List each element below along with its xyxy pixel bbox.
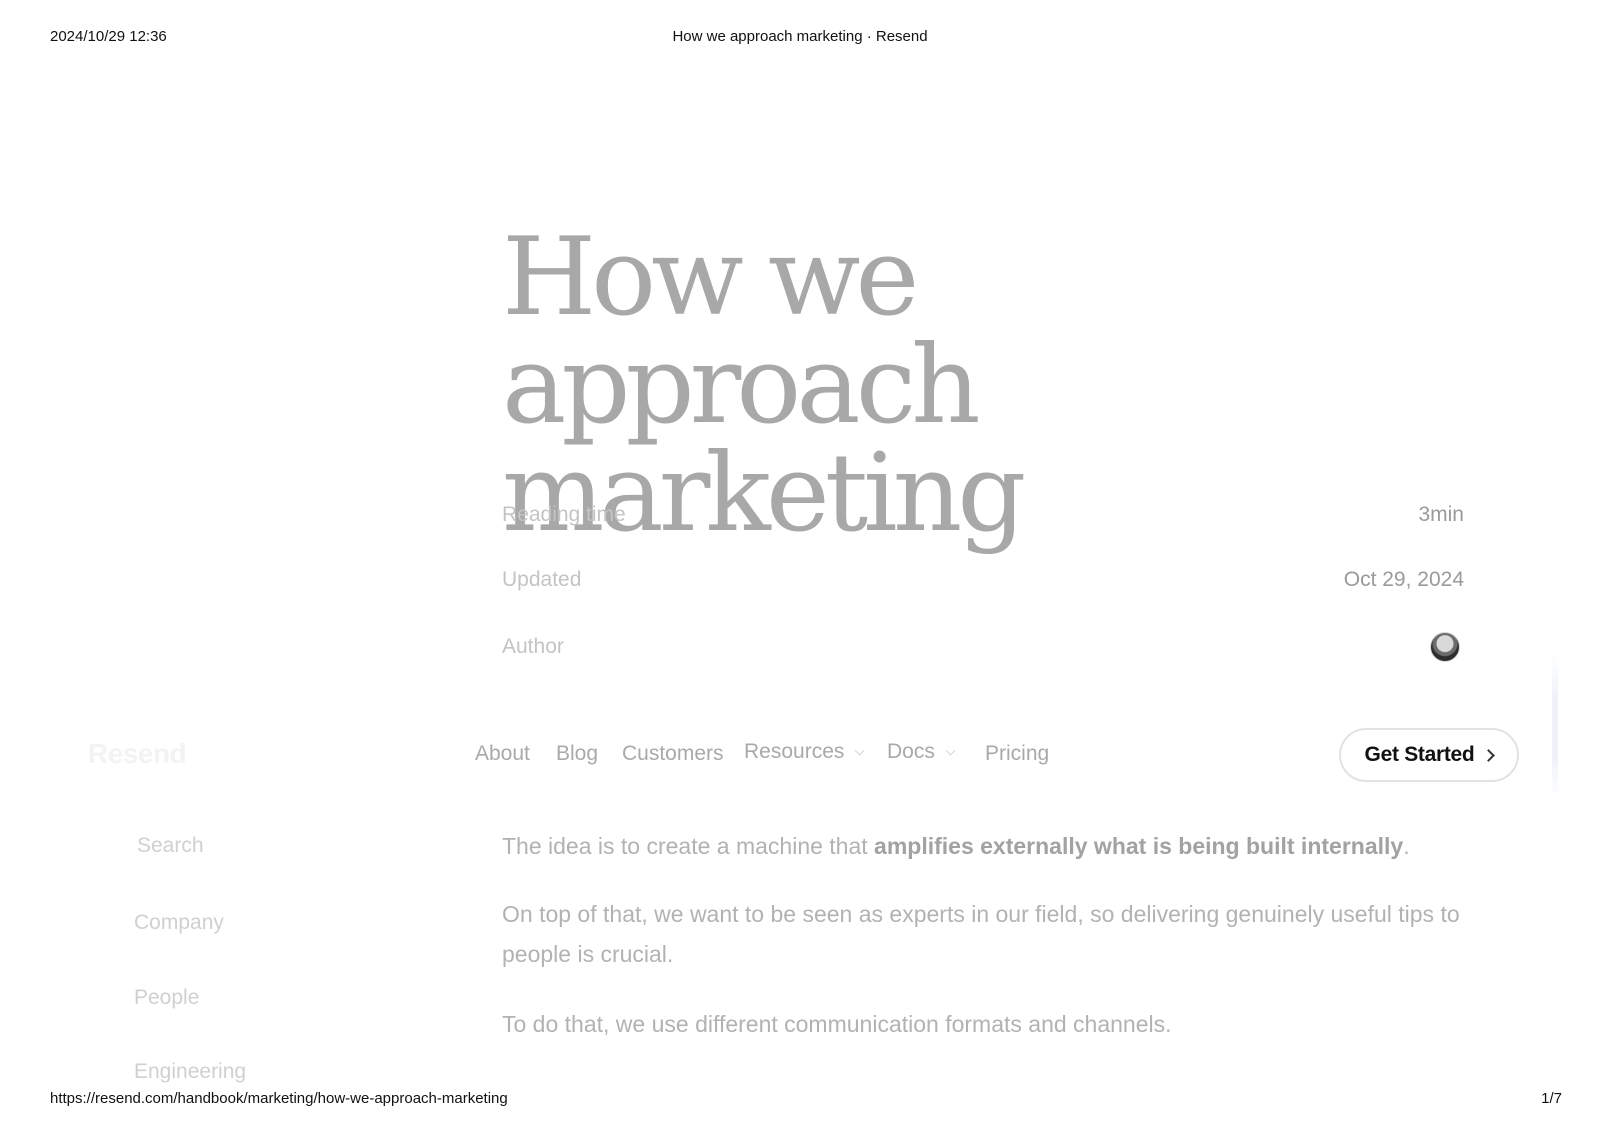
paragraph-1-text: The idea is to create a machine that — [502, 833, 875, 859]
paragraph-1-end: . — [1403, 833, 1410, 859]
meta-author: Author — [502, 632, 1464, 662]
chevron-right-icon — [1482, 748, 1496, 762]
get-started-label: Get Started — [1364, 743, 1475, 766]
sidebar-item-people[interactable]: People — [134, 986, 199, 1010]
paragraph-1-bold: amplifies externally what is being built… — [874, 833, 1404, 859]
sidebar-search[interactable]: Search — [137, 834, 204, 858]
chevron-down-icon — [945, 745, 956, 755]
chevron-down-icon — [854, 745, 865, 755]
article-title-line-2: marketing — [502, 431, 1026, 556]
updated-value: Oct 29, 2024 — [1343, 568, 1464, 591]
nav-blog[interactable]: Blog — [556, 742, 598, 766]
print-page-title: How we approach marketing · Resend — [672, 28, 928, 45]
nav-pricing[interactable]: Pricing — [985, 742, 1049, 766]
nav-resources-label: Resources — [744, 740, 845, 763]
reading-time-label: Reading time — [502, 503, 626, 526]
nav-customers[interactable]: Customers — [622, 742, 724, 766]
nav-about[interactable]: About — [475, 742, 530, 766]
paragraph-3: To do that, we use different communicati… — [502, 1011, 1172, 1037]
resend-logo[interactable]: Resend — [88, 738, 187, 770]
author-label: Author — [502, 635, 564, 658]
get-started-button[interactable]: Get Started — [1339, 728, 1519, 782]
article-title-line-1: How we approach — [502, 215, 981, 448]
print-url: https://resend.com/handbook/marketing/ho… — [50, 1090, 508, 1107]
scrollbar-track — [1552, 655, 1558, 800]
meta-updated: Updated Oct 29, 2024 — [502, 565, 1464, 595]
author-avatar[interactable] — [1430, 632, 1460, 662]
meta-reading-time: Reading time 3min — [502, 500, 1464, 530]
print-page-number: 1/7 — [1541, 1090, 1562, 1107]
reading-time-value: 3min — [1418, 503, 1464, 526]
sidebar-item-engineering[interactable]: Engineering — [134, 1060, 246, 1084]
sidebar-item-company[interactable]: Company — [134, 911, 224, 935]
paragraph-1: The idea is to create a machine that amp… — [502, 826, 1462, 866]
nav-docs[interactable]: Docs — [887, 740, 956, 764]
nav-docs-label: Docs — [887, 740, 935, 763]
nav-resources[interactable]: Resources — [744, 740, 865, 764]
updated-label: Updated — [502, 568, 582, 591]
paragraph-2: On top of that, we want to be seen as ex… — [502, 901, 1460, 967]
